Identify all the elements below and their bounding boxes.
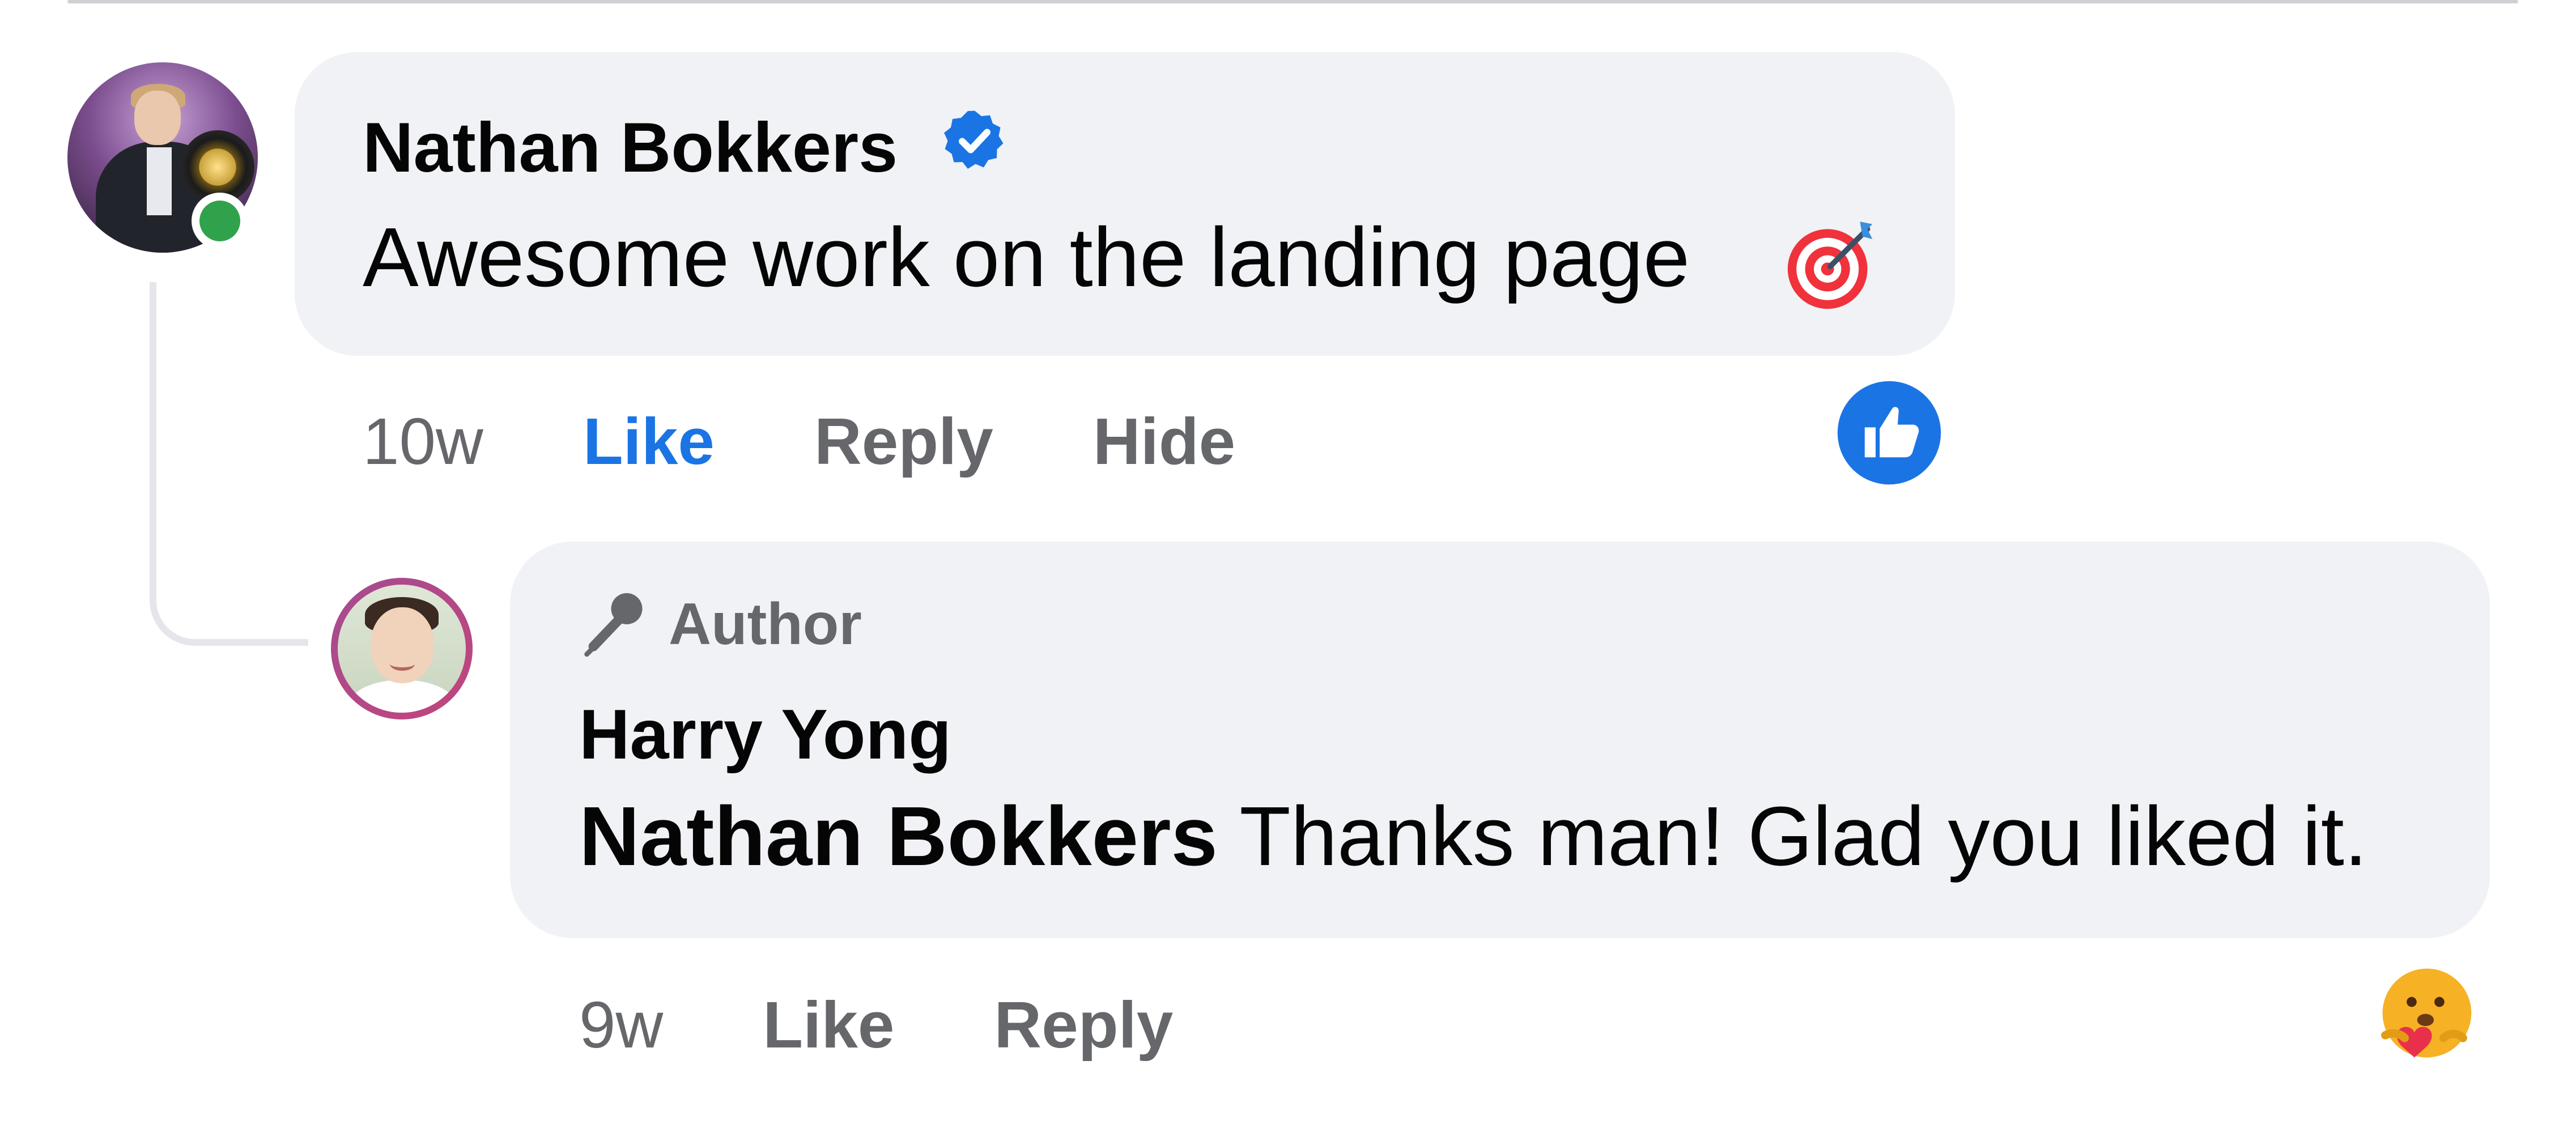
comment-author-name[interactable]: Nathan Bokkers — [363, 108, 898, 188]
microphone-icon — [584, 593, 643, 657]
care-reaction-icon[interactable] — [2369, 963, 2480, 1074]
reply-text: Nathan Bokkers Thanks man! Glad you like… — [579, 789, 2367, 885]
author-badge: Author — [577, 587, 862, 662]
author-badge-label: Author — [669, 591, 862, 657]
comment-bubble — [295, 52, 1955, 356]
reply-actions: 9w Like Reply — [579, 987, 1173, 1063]
verified-badge-icon — [944, 110, 1004, 169]
direct-hit-target-emoji — [1787, 222, 1873, 309]
reply-body: Thanks man! Glad you liked it. — [1239, 790, 2367, 883]
reply-like-button[interactable]: Like — [763, 987, 894, 1063]
reply-timestamp[interactable]: 9w — [579, 987, 663, 1063]
reply-reply-button[interactable]: Reply — [994, 987, 1173, 1063]
online-status-indicator — [192, 193, 248, 249]
like-button[interactable]: Like — [583, 403, 715, 479]
comment-text: Awesome work on the landing page — [363, 211, 1690, 304]
top-divider — [67, 0, 2518, 3]
reply-mention[interactable]: Nathan Bokkers — [579, 790, 1218, 883]
avatar-harry-yong[interactable] — [338, 585, 466, 713]
reply-author-name[interactable]: Harry Yong — [579, 695, 951, 775]
hide-button[interactable]: Hide — [1093, 403, 1235, 479]
like-reaction-icon[interactable] — [1835, 378, 1944, 487]
comment-actions: 10w Like Reply Hide — [363, 403, 1235, 479]
reply-button[interactable]: Reply — [814, 403, 993, 479]
comment-timestamp[interactable]: 10w — [363, 403, 483, 479]
reply-thread-connector — [150, 282, 308, 646]
